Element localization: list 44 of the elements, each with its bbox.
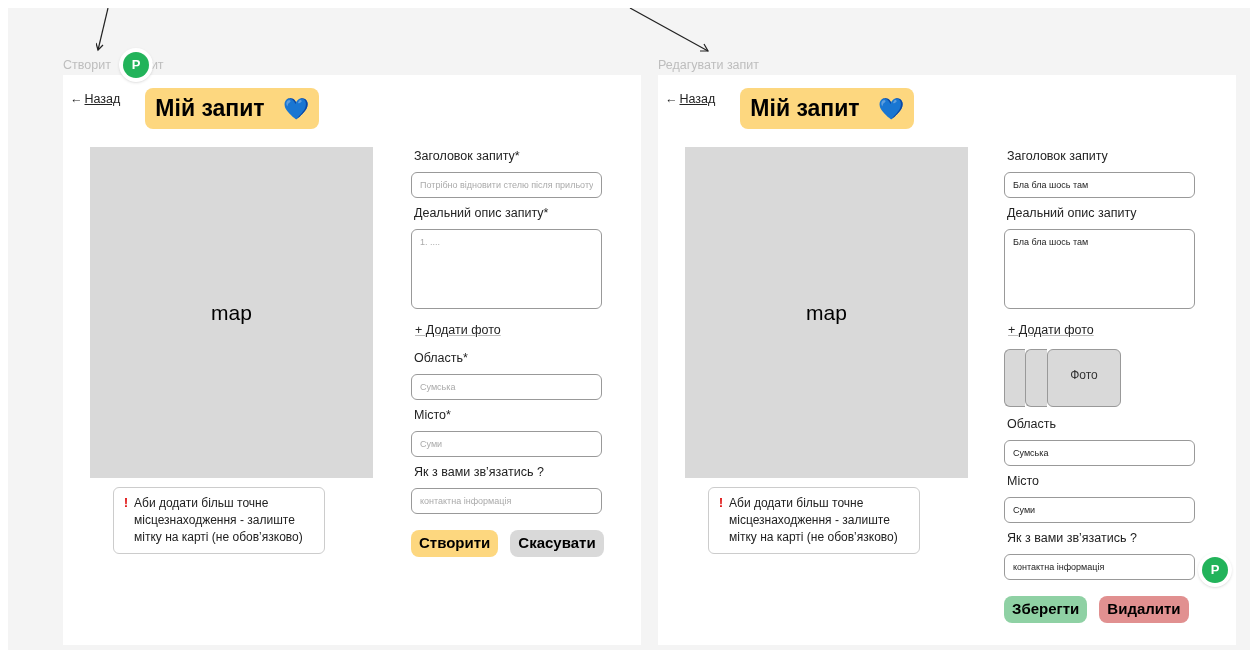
arrow — [96, 8, 110, 52]
page-title: Мій запит — [155, 94, 265, 124]
map-label: map — [806, 299, 847, 326]
field-label: Як з вами звʼязатись ? — [414, 463, 545, 481]
input-field[interactable]: Сумська — [1004, 440, 1195, 466]
field-label: Область* — [414, 350, 469, 368]
info-text: Аби додати більш точне місцезнаходження - залиште мітку на карті (не обовʼязково) — [134, 495, 304, 546]
warning-icon: ! — [719, 495, 723, 546]
action-button[interactable]: Видалити — [1099, 595, 1189, 623]
info-text: Аби додати більш точне місцезнаходження - залиште мітку на карті (не обовʼязково) — [729, 495, 899, 546]
input-field[interactable]: контактна інформація — [1004, 553, 1195, 580]
field-label: Місто* — [414, 407, 452, 424]
field-label: Заголовок запиту* — [414, 148, 521, 165]
field-label: Деальний опис запиту — [1007, 204, 1138, 222]
arrow-left-icon: ← — [665, 90, 678, 109]
heart-icon: 💙 — [877, 92, 904, 125]
back-link[interactable]: Назад — [84, 90, 121, 109]
field-label: Деальний опис запиту* — [414, 204, 550, 222]
map-label: map — [211, 299, 252, 326]
input-field[interactable]: Суми — [1004, 496, 1195, 523]
back-link[interactable]: Назад — [679, 90, 716, 109]
add-photo-link[interactable]: + Додати фото — [1008, 320, 1094, 340]
photo-thumbnail[interactable] — [1004, 349, 1025, 408]
input-field[interactable]: Бла бла шось там — [1004, 171, 1195, 198]
field-label: Заголовок запиту — [1007, 148, 1109, 165]
arrow-left-icon: ← — [70, 90, 83, 109]
input-field[interactable]: Потрібно відновити стелю після прильоту — [411, 171, 602, 198]
field-label: Як з вами звʼязатись ? — [1007, 529, 1138, 547]
warning-icon: ! — [124, 495, 128, 546]
photo-thumbnail[interactable]: Фото — [1047, 349, 1121, 408]
text-area[interactable]: Бла бла шось там — [1004, 228, 1195, 309]
input-field[interactable]: контактна інформація — [411, 487, 602, 514]
action-button[interactable]: Скасувати — [510, 529, 604, 557]
field-label: Місто — [1007, 473, 1040, 490]
action-button[interactable]: Зберегти — [1004, 595, 1088, 623]
photo-thumbnail[interactable] — [1025, 349, 1047, 408]
add-photo-link[interactable]: + Додати фото — [415, 320, 501, 340]
text-area[interactable]: 1. .... — [411, 228, 602, 309]
field-label: Область — [1007, 416, 1058, 434]
action-button[interactable]: Створити — [411, 529, 499, 557]
page-title: Мій запит — [750, 94, 860, 124]
input-field[interactable]: Суми — [411, 430, 602, 457]
heart-icon: 💙 — [282, 92, 309, 125]
input-field[interactable]: Сумська — [411, 374, 602, 400]
